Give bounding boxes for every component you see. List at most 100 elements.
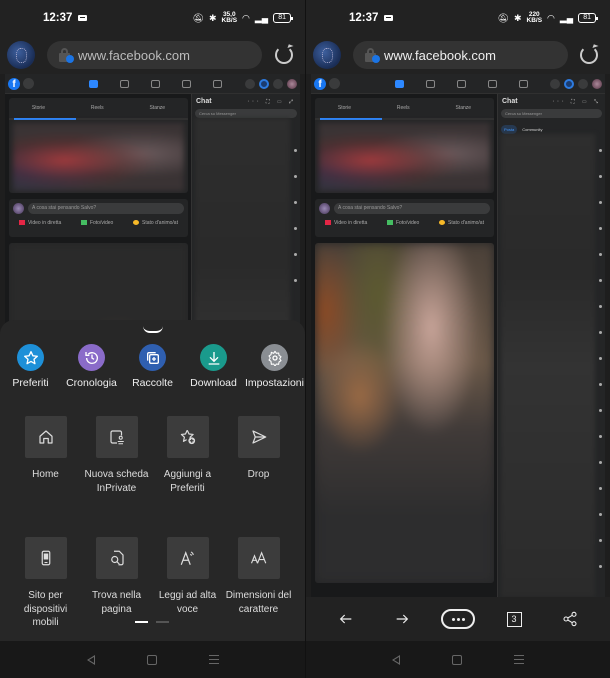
fb-friends-icon[interactable] <box>120 79 129 88</box>
feeling-button[interactable]: Stato d'animo/at <box>133 220 178 226</box>
fb-messenger-icon[interactable] <box>564 78 574 89</box>
fb-profile-avatar[interactable] <box>287 78 297 89</box>
chat-title: Chat <box>502 98 518 105</box>
tabs-button[interactable]: 3 <box>497 604 531 634</box>
fb-create-icon[interactable] <box>550 78 560 89</box>
chat-tab-community[interactable]: Community <box>522 127 542 132</box>
chat-tab-inbox[interactable]: Posta <box>501 125 518 134</box>
story-tab[interactable]: Reels <box>91 105 104 111</box>
quick-actions-row: Preferiti Cronologia Raccolte Download I… <box>0 344 305 389</box>
phone-screen-menu-open: 12:37 🔕︎ ✱ 35,0 KB/S ◠ ▂▄ 81 www.facebook… <box>0 0 305 678</box>
arrow-right-icon <box>396 614 409 624</box>
menu-item-home[interactable]: Home <box>10 416 81 531</box>
fb-watch-icon[interactable] <box>457 79 466 88</box>
more-menu-button[interactable] <box>441 604 475 634</box>
fb-home-icon[interactable] <box>89 79 98 88</box>
fb-notifications-icon[interactable] <box>578 78 588 89</box>
collections-icon <box>139 344 166 371</box>
facebook-logo[interactable]: f <box>314 77 326 90</box>
fb-home-icon[interactable] <box>395 79 404 88</box>
fb-menu-icon[interactable] <box>213 79 222 88</box>
forward-button[interactable] <box>385 604 419 634</box>
composer-input[interactable]: A cosa stai pensando Salvo? <box>28 203 184 214</box>
live-video-button[interactable]: Video in diretta <box>325 220 367 226</box>
fb-messenger-icon[interactable] <box>259 78 269 89</box>
fb-friends-icon[interactable] <box>426 79 435 88</box>
facebook-search-icon[interactable] <box>329 78 340 89</box>
menu-item-find-in-page[interactable]: Trova nella pagina <box>81 537 152 652</box>
news-feed: Storie Reels Stanze A cosa stai pensando… <box>315 98 494 583</box>
facebook-topbar: f <box>5 74 300 94</box>
post-composer: A cosa stai pensando Salvo? Video in dir… <box>315 199 494 237</box>
quick-action-download[interactable]: Download <box>183 344 244 389</box>
story-image-blurred[interactable] <box>319 123 490 191</box>
story-tabs: Storie Reels Stanze <box>315 98 494 120</box>
lock-icon[interactable] <box>365 48 380 63</box>
network-speed: 220 KB/S <box>526 11 543 24</box>
quick-action-preferiti[interactable]: Preferiti <box>0 344 61 389</box>
mobile-site-icon <box>24 537 67 579</box>
profile-avatar[interactable] <box>313 41 341 69</box>
chat-header-icons[interactable]: ··· ⛶ ▭ ⤢ <box>248 99 296 105</box>
fb-groups-icon[interactable] <box>182 79 191 88</box>
system-nav-bar <box>306 641 610 678</box>
story-tab[interactable]: Reels <box>397 105 410 111</box>
nav-home-icon[interactable] <box>146 654 157 665</box>
page-dot[interactable] <box>156 621 169 623</box>
chat-header-icons[interactable]: ··· ⛶ ▭ ⤡ <box>553 99 601 105</box>
story-image-blurred[interactable] <box>13 123 184 191</box>
post-composer: A cosa stai pensando Salvo? Video in dir… <box>9 199 188 237</box>
story-tab[interactable]: Stanze <box>149 105 165 111</box>
story-tab[interactable]: Storie <box>338 105 351 111</box>
chat-search-input[interactable]: Cerca su Messenger <box>501 109 602 118</box>
nav-recents-icon[interactable] <box>208 655 219 664</box>
nav-back-icon[interactable] <box>86 654 95 665</box>
story-tab[interactable]: Stanze <box>455 105 471 111</box>
story-tab[interactable]: Storie <box>32 105 45 111</box>
facebook-logo[interactable]: f <box>8 77 20 90</box>
share-button[interactable] <box>553 604 587 634</box>
quick-action-raccolte[interactable]: Raccolte <box>122 344 183 389</box>
quick-action-impostazioni[interactable]: Impostazioni <box>244 344 305 389</box>
fb-watch-icon[interactable] <box>151 79 160 88</box>
photo-video-button[interactable]: Foto/video <box>386 220 419 226</box>
menu-item-mobile-site[interactable]: Sito per dispositivi mobili <box>10 537 81 652</box>
chat-search-input[interactable]: Cerca su Messenger <box>195 109 297 118</box>
composer-input[interactable]: A cosa stai pensando Salvo? <box>334 203 490 214</box>
post-image-blurred[interactable] <box>315 243 494 583</box>
page-dot-active[interactable] <box>135 621 148 623</box>
feeling-button[interactable]: Stato d'animo/at <box>439 220 484 226</box>
wifi-icon: ◠ <box>547 12 555 23</box>
fb-groups-icon[interactable] <box>488 79 497 88</box>
chat-contact-list-blurred[interactable] <box>501 134 595 597</box>
lock-icon[interactable] <box>59 48 74 63</box>
feed-post <box>315 243 494 583</box>
quick-action-cronologia[interactable]: Cronologia <box>61 344 122 389</box>
nav-recents-icon[interactable] <box>514 655 524 664</box>
fb-profile-avatar[interactable] <box>592 78 602 89</box>
collapse-handle[interactable] <box>143 326 163 333</box>
photo-video-button[interactable]: Foto/video <box>80 220 113 226</box>
menu-item-add-favorite[interactable]: Aggiungi a Preferiti <box>152 416 223 531</box>
live-video-button[interactable]: Video in diretta <box>19 220 61 226</box>
url-field[interactable]: www.facebook.com <box>47 41 262 69</box>
fb-create-icon[interactable] <box>245 78 255 89</box>
refresh-icon[interactable] <box>275 46 293 64</box>
phone-screen-browsing: 12:37 🔕︎ ✱ 220 KB/S ◠ ▂▄ 81 www.facebook.… <box>305 0 610 678</box>
menu-item-inprivate[interactable]: Nuova scheda InPrivate <box>81 416 152 531</box>
facebook-search-icon[interactable] <box>23 78 34 89</box>
refresh-icon[interactable] <box>580 46 598 64</box>
fb-notifications-icon[interactable] <box>273 78 283 89</box>
menu-item-font-size[interactable]: Dimensioni del carattere <box>223 537 294 652</box>
menu-item-drop[interactable]: Drop <box>223 416 294 531</box>
nav-back-icon[interactable] <box>392 654 400 665</box>
webpage-content: f Storie Reels Stanze A cosa stai pensan… <box>311 74 605 597</box>
arrow-left-icon <box>339 614 352 624</box>
profile-avatar[interactable] <box>7 41 35 69</box>
fb-menu-icon[interactable] <box>519 79 528 88</box>
url-field[interactable]: www.facebook.com <box>353 41 568 69</box>
nav-home-icon[interactable] <box>452 654 462 665</box>
menu-item-read-aloud[interactable]: Leggi ad alta voce <box>152 537 223 652</box>
back-button[interactable] <box>329 604 363 634</box>
battery-indicator: 81 <box>578 13 598 23</box>
